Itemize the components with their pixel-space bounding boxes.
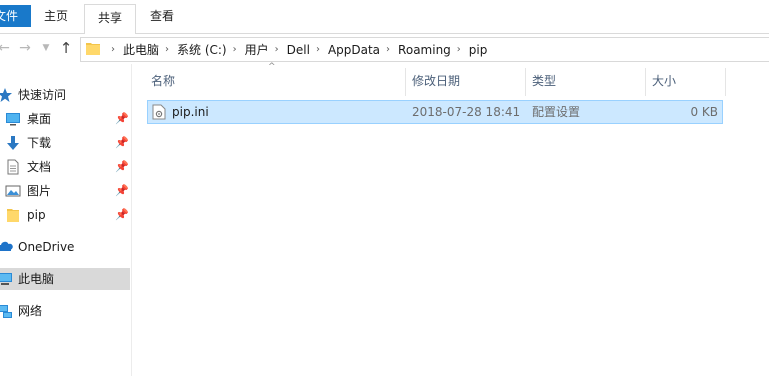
network-icon: [0, 305, 12, 318]
sidebar-item-onedrive[interactable]: OneDrive: [0, 236, 130, 258]
breadcrumb-chevron-icon[interactable]: ›: [457, 44, 461, 55]
tab-file[interactable]: 文件: [0, 5, 31, 27]
breadcrumb-dell[interactable]: Dell: [287, 43, 310, 57]
sidebar-item-documents[interactable]: 文档 📌: [0, 156, 130, 178]
sidebar-item-quick-access[interactable]: 快速访问: [0, 84, 130, 106]
breadcrumb-chevron-icon[interactable]: ›: [165, 44, 169, 55]
back-arrow-icon[interactable]: ←: [0, 39, 12, 57]
sidebar-item-desktop[interactable]: 桌面 📌: [0, 108, 130, 130]
tab-home[interactable]: 主页: [44, 5, 68, 27]
breadcrumb-chevron-icon[interactable]: ›: [111, 44, 115, 55]
column-divider[interactable]: [525, 68, 526, 96]
up-arrow-icon[interactable]: ↑: [58, 39, 74, 57]
pictures-icon: [5, 185, 21, 197]
forward-arrow-icon[interactable]: →: [17, 39, 33, 57]
breadcrumb-chevron-icon[interactable]: ›: [275, 44, 279, 55]
sidebar-item-pictures[interactable]: 图片 📌: [0, 180, 130, 202]
tab-share[interactable]: 共享: [84, 4, 136, 34]
desktop-icon: [6, 113, 20, 126]
sidebar-item-label: 网络: [18, 304, 43, 318]
recent-locations-chevron-icon[interactable]: ▼: [38, 39, 54, 57]
navigation-pane: 快速访问 桌面 📌 下载 📌 文档 📌 图片 📌 pip 📌 OneDrive …: [0, 64, 132, 376]
pin-icon[interactable]: 📌: [115, 204, 129, 226]
breadcrumb-c-drive[interactable]: 系统 (C:): [177, 41, 227, 58]
ribbon: 文件 主页 共享 查看: [0, 0, 769, 34]
pin-icon[interactable]: 📌: [115, 156, 129, 178]
column-header-name[interactable]: 名称: [151, 68, 175, 94]
sidebar-item-label: 桌面: [27, 112, 52, 126]
sidebar-item-this-pc[interactable]: 此电脑: [0, 268, 130, 290]
breadcrumb-appdata[interactable]: AppData: [328, 43, 380, 57]
sidebar-item-downloads[interactable]: 下载 📌: [0, 132, 130, 154]
sidebar-item-label: 此电脑: [18, 272, 55, 286]
pin-icon[interactable]: 📌: [115, 132, 129, 154]
breadcrumb-chevron-icon[interactable]: ›: [316, 44, 320, 55]
file-type: 配置设置: [532, 105, 581, 119]
config-file-icon: [152, 104, 166, 120]
column-divider[interactable]: [725, 68, 726, 96]
download-icon: [7, 136, 19, 150]
sidebar-item-label: 文档: [27, 160, 52, 174]
breadcrumb-chevron-icon[interactable]: ›: [386, 44, 390, 55]
file-name[interactable]: pip.ini: [172, 101, 209, 123]
address-bar[interactable]: › 此电脑 › 系统 (C:) › 用户 › Dell › AppData › …: [80, 37, 769, 62]
document-icon: [7, 159, 19, 175]
sidebar-item-label: 下载: [27, 136, 52, 150]
breadcrumb-roaming[interactable]: Roaming: [398, 43, 451, 57]
sidebar-item-label: 图片: [27, 184, 52, 198]
file-modified: 2018-07-28 18:41: [412, 105, 521, 119]
sidebar-item-network[interactable]: 网络: [0, 300, 130, 322]
column-divider[interactable]: [645, 68, 646, 96]
computer-icon: [0, 273, 12, 285]
navigation-bar: ← → ▼ ↑ › 此电脑 › 系统 (C:) › 用户 › Dell › Ap…: [0, 33, 769, 64]
file-size: 0 KB: [690, 105, 718, 119]
cloud-icon: [0, 241, 13, 251]
breadcrumb-chevron-icon[interactable]: ›: [233, 44, 237, 55]
sort-ascending-icon: ^: [268, 62, 276, 72]
column-header-size[interactable]: 大小: [652, 68, 676, 94]
star-icon: [0, 88, 12, 102]
breadcrumb-users[interactable]: 用户: [245, 41, 269, 58]
breadcrumb-this-pc[interactable]: 此电脑: [123, 41, 159, 58]
column-divider[interactable]: [405, 68, 406, 96]
sidebar-item-pip[interactable]: pip 📌: [0, 204, 130, 226]
folder-icon: [86, 43, 100, 55]
table-row[interactable]: pip.ini 2018-07-28 18:41 配置设置 0 KB: [147, 100, 723, 124]
sidebar-item-label: 快速访问: [18, 88, 67, 102]
sidebar-item-label: OneDrive: [18, 240, 75, 254]
pin-icon[interactable]: 📌: [115, 180, 129, 202]
pin-icon[interactable]: 📌: [115, 108, 129, 130]
sidebar-item-label: pip: [27, 208, 46, 222]
breadcrumb-pip[interactable]: pip: [469, 43, 488, 57]
column-header-modified[interactable]: 修改日期: [412, 68, 460, 94]
folder-icon: [7, 209, 19, 222]
tab-view[interactable]: 查看: [150, 5, 174, 27]
column-header-type[interactable]: 类型: [532, 68, 556, 94]
